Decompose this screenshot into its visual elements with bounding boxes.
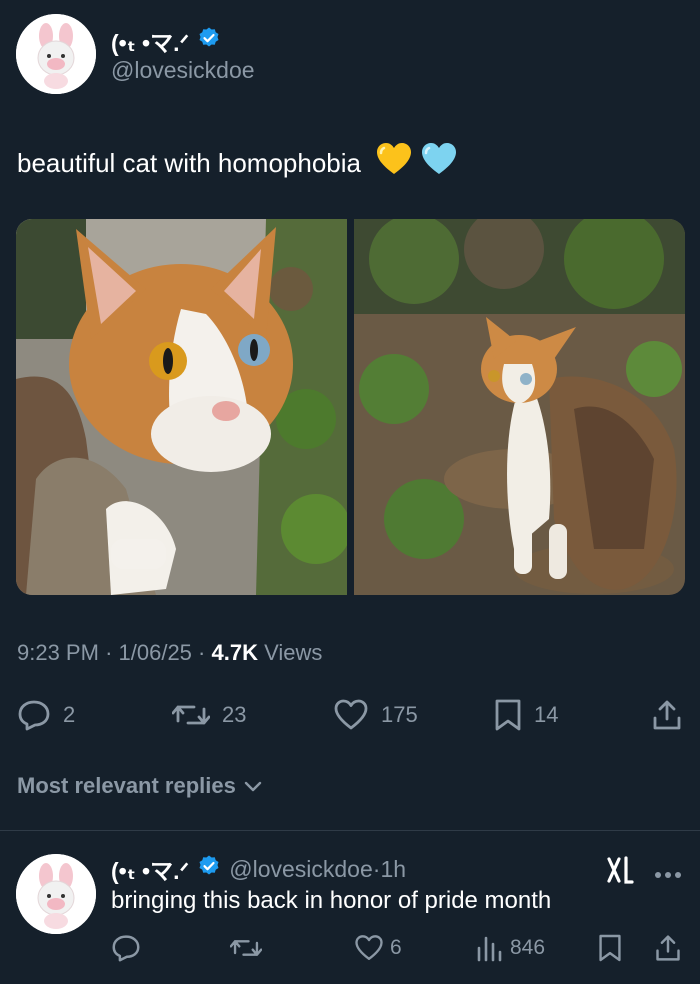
- grok-icon[interactable]: [606, 856, 636, 889]
- bookmark-button[interactable]: 14: [494, 699, 558, 731]
- pink-bunny-plush-avatar-icon: [16, 14, 96, 94]
- author-name-row: (•ₜ •マ.ᐟ: [111, 24, 221, 58]
- tweet-image-2[interactable]: [354, 219, 685, 595]
- reply-like-count: 6: [390, 936, 402, 959]
- reply-count: 2: [63, 702, 76, 727]
- reply-views-button[interactable]: 846: [476, 934, 545, 962]
- verified-badge-icon: [197, 26, 221, 56]
- pink-bunny-plush-avatar-icon: [16, 854, 96, 934]
- repost-icon: [172, 705, 210, 725]
- reply-author-avatar[interactable]: [16, 854, 96, 934]
- tweet-date[interactable]: 1/06/25: [119, 640, 192, 665]
- repost-button[interactable]: 23: [172, 699, 246, 731]
- tweet-time[interactable]: 9:23 PM: [17, 640, 99, 665]
- reply-views-count: 846: [510, 936, 546, 959]
- tweet-text-row: beautiful cat with homophobia: [17, 142, 457, 183]
- reply-icon: [112, 935, 140, 962]
- calico-cat-in-leaves-photo-icon: [354, 219, 685, 595]
- bookmark-icon: [495, 699, 521, 731]
- reply-text: bringing this back in honor of pride mon…: [111, 887, 552, 914]
- replies-sort-label: Most relevant replies: [17, 773, 236, 798]
- author-display-name[interactable]: (•ₜ •マ.ᐟ: [111, 24, 189, 58]
- like-button[interactable]: 175: [333, 699, 418, 731]
- calico-cat-closeup-photo-icon: [16, 219, 347, 595]
- reply-author-handle[interactable]: @lovesickdoe: [229, 856, 373, 883]
- reply-separator: ·: [372, 855, 381, 882]
- share-icon: [656, 935, 680, 961]
- tweet-image-1[interactable]: [16, 219, 347, 595]
- meta-separator: ·: [198, 640, 212, 665]
- chevron-down-icon: [244, 781, 262, 792]
- verified-badge-icon: [197, 854, 221, 884]
- bookmark-icon: [599, 934, 621, 962]
- repost-icon: [230, 940, 262, 956]
- reply-button[interactable]: 2: [17, 699, 75, 731]
- heart-icon: [355, 935, 383, 960]
- analytics-icon: [477, 936, 502, 962]
- reply-author-display-name[interactable]: (•ₜ •マ.ᐟ: [111, 852, 189, 886]
- light-blue-heart-icon: [421, 142, 457, 183]
- tweet-text: beautiful cat with homophobia: [17, 148, 362, 178]
- author-avatar[interactable]: [16, 14, 96, 94]
- reply-like-button[interactable]: 6: [354, 934, 402, 962]
- reply-age[interactable]: 1h: [380, 856, 406, 883]
- replies-sort-selector[interactable]: Most relevant replies: [17, 773, 264, 799]
- like-count: 175: [381, 702, 418, 727]
- more-options-icon[interactable]: [654, 866, 682, 884]
- views-label: Views: [264, 640, 323, 665]
- meta-separator: ·: [105, 640, 119, 665]
- reply-repost-button[interactable]: [230, 934, 262, 962]
- repost-count: 23: [222, 702, 247, 727]
- share-icon: [653, 700, 681, 730]
- yellow-heart-icon: [376, 142, 412, 183]
- reply-reply-button[interactable]: [111, 934, 141, 962]
- author-handle[interactable]: @lovesickdoe: [111, 57, 255, 84]
- reply-bookmark-button[interactable]: [598, 934, 622, 962]
- views-count: 4.7K: [211, 640, 258, 665]
- reply-share-button[interactable]: [654, 934, 682, 962]
- tweet-meta: 9:23 PM · 1/06/25 · 4.7K Views: [17, 640, 322, 666]
- bookmark-count: 14: [534, 702, 559, 727]
- reply-icon: [18, 700, 50, 731]
- divider: [0, 830, 700, 831]
- reply-author-row: (•ₜ •マ.ᐟ @lovesickdoe · 1h: [111, 852, 406, 886]
- heart-icon: [334, 699, 368, 730]
- share-button[interactable]: [651, 699, 683, 731]
